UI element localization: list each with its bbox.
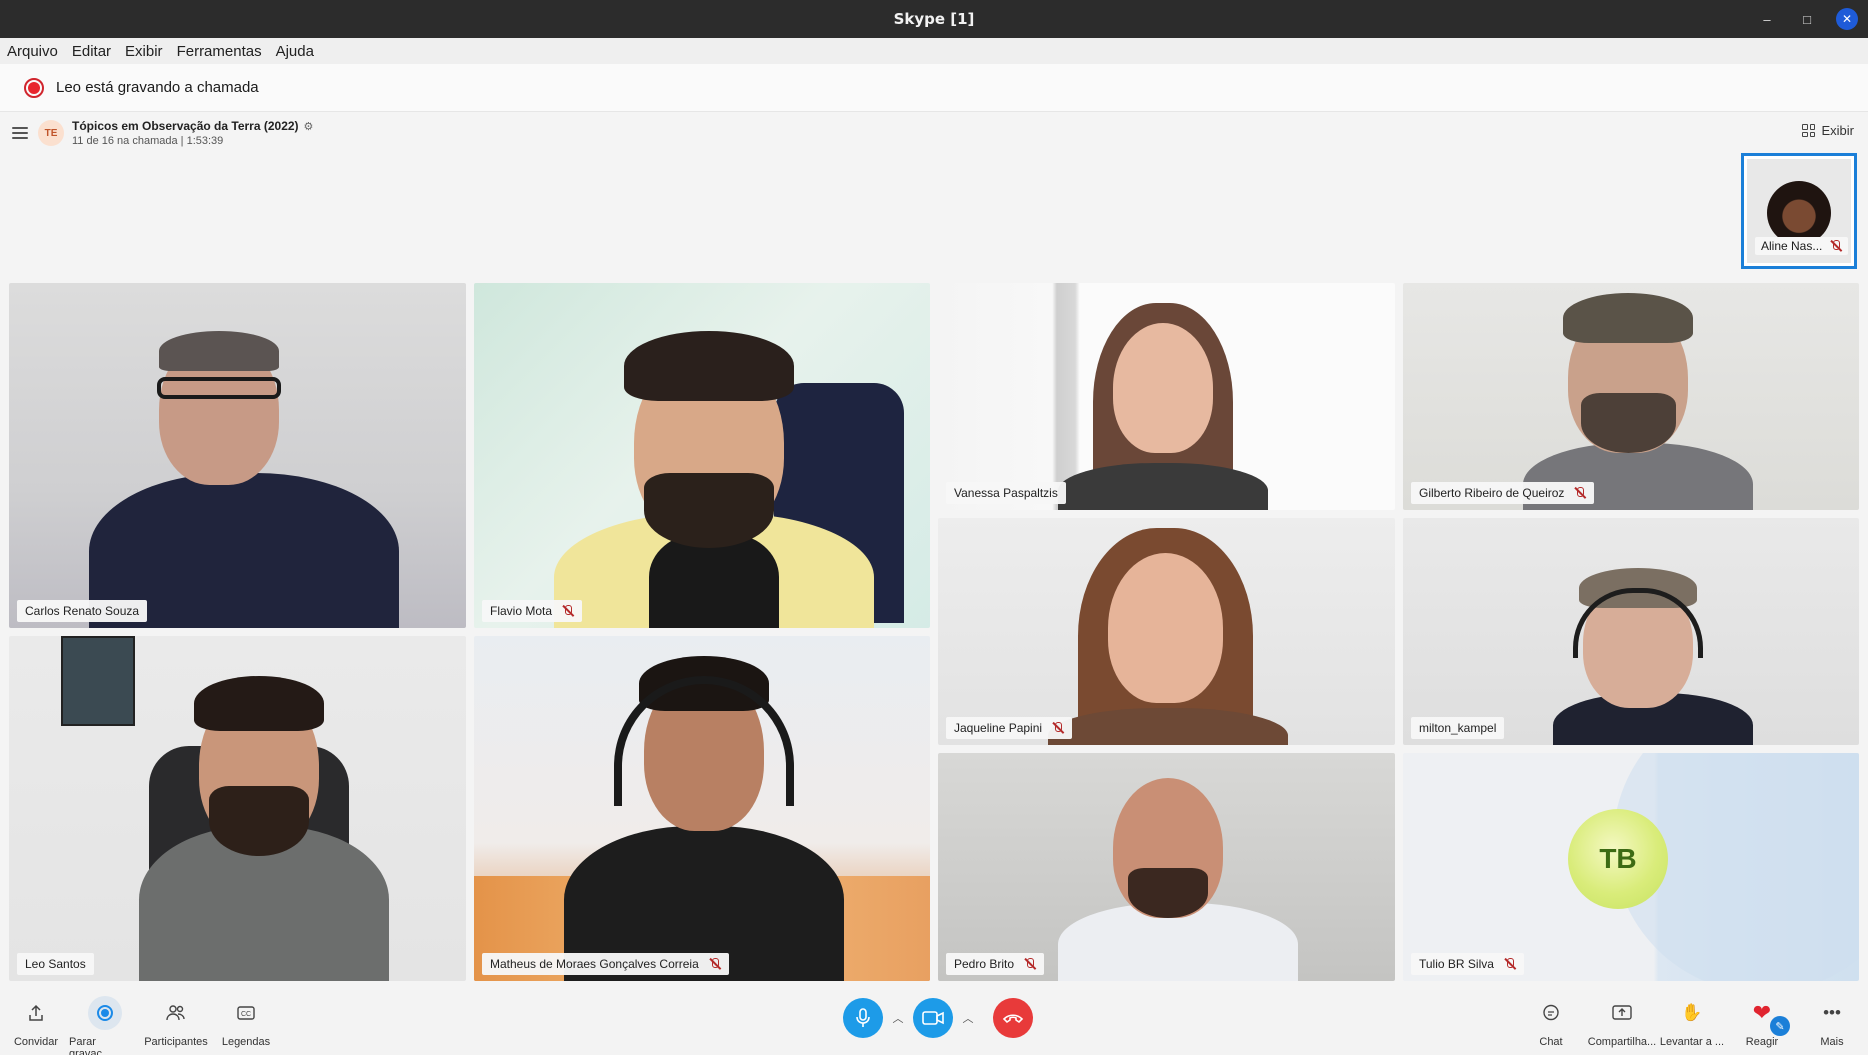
captions-icon: CC bbox=[229, 996, 263, 1030]
self-video bbox=[1767, 181, 1831, 245]
video-tile-vanessa[interactable]: Vanessa Paspaltzis bbox=[938, 283, 1395, 510]
microphone-muted-icon bbox=[1574, 487, 1586, 499]
camera-icon bbox=[922, 1011, 944, 1025]
camera-button[interactable] bbox=[913, 998, 953, 1038]
participant-name-tag: Carlos Renato Souza bbox=[17, 600, 148, 622]
maximize-button[interactable]: □ bbox=[1796, 8, 1818, 30]
conversation-avatar[interactable]: TE bbox=[38, 120, 64, 146]
microphone-options-chevron-icon[interactable]: ︿ bbox=[889, 1010, 907, 1026]
more-button[interactable]: ••• Mais bbox=[1796, 996, 1868, 1048]
video-tile-jaqueline[interactable]: Jaqueline Papini bbox=[938, 518, 1395, 745]
participant-avatar: TB bbox=[1568, 809, 1668, 909]
self-preview[interactable]: Aline Nas... bbox=[1741, 153, 1857, 269]
chat-button[interactable]: Chat bbox=[1515, 996, 1587, 1048]
invite-button[interactable]: Convidar bbox=[0, 996, 72, 1048]
skype-window: Skype [1] – □ ✕ Arquivo Editar Exibir Fe… bbox=[0, 0, 1868, 1055]
settings-icon[interactable]: ⚙ bbox=[304, 120, 314, 133]
chat-icon bbox=[1534, 996, 1568, 1030]
microphone-muted-icon bbox=[1024, 958, 1036, 970]
participant-name-tag: milton_kampel bbox=[1411, 717, 1505, 739]
self-name: Aline Nas... bbox=[1761, 239, 1823, 253]
view-button[interactable]: Exibir bbox=[1802, 123, 1854, 138]
minimize-button[interactable]: – bbox=[1756, 8, 1778, 30]
participant-name-tag: Gilberto Ribeiro de Queiroz bbox=[1411, 482, 1595, 504]
self-name-tag: Aline Nas... bbox=[1755, 237, 1849, 255]
close-button[interactable]: ✕ bbox=[1836, 8, 1858, 30]
raise-hand-button[interactable]: ✋ Levantar a ... bbox=[1656, 996, 1728, 1048]
recording-icon bbox=[24, 77, 44, 98]
video-tile-gilberto[interactable]: Gilberto Ribeiro de Queiroz bbox=[1403, 283, 1859, 510]
share-screen-button[interactable]: Compartilha... bbox=[1586, 996, 1658, 1048]
conversation-title: Tópicos em Observação da Terra (2022) bbox=[72, 119, 299, 133]
recording-text: Leo está gravando a chamada bbox=[56, 79, 259, 96]
participant-name-tag: Flavio Mota bbox=[482, 600, 583, 622]
microphone-button[interactable] bbox=[843, 998, 883, 1038]
menu-ferramentas[interactable]: Ferramentas bbox=[177, 43, 262, 60]
captions-button[interactable]: CC Legendas bbox=[210, 996, 282, 1048]
menu-bar: Arquivo Editar Exibir Ferramentas Ajuda bbox=[0, 38, 1868, 64]
window-title: Skype [1] bbox=[893, 10, 975, 28]
people-icon bbox=[159, 996, 193, 1030]
video-tile-carlos[interactable]: Carlos Renato Souza bbox=[9, 283, 466, 628]
participant-name-tag: Matheus de Moraes Gonçalves Correia bbox=[482, 953, 729, 975]
camera-options-chevron-icon[interactable]: ︿ bbox=[959, 1010, 977, 1026]
more-options-icon: ••• bbox=[1823, 1003, 1841, 1022]
call-controls: ︿ ︿ bbox=[843, 998, 1033, 1038]
grid-icon bbox=[1802, 124, 1816, 137]
menu-icon[interactable] bbox=[12, 127, 28, 139]
svg-text:CC: CC bbox=[241, 1011, 251, 1018]
window-controls: – □ ✕ bbox=[1756, 8, 1858, 30]
hang-up-icon bbox=[1002, 1014, 1024, 1024]
microphone-muted-icon bbox=[562, 605, 574, 617]
edit-reaction-icon[interactable]: ✎ bbox=[1770, 1016, 1790, 1036]
participant-name-tag: Jaqueline Papini bbox=[946, 717, 1073, 739]
menu-editar[interactable]: Editar bbox=[72, 43, 111, 60]
microphone-muted-icon bbox=[1052, 722, 1064, 734]
video-tile-matheus[interactable]: Matheus de Moraes Gonçalves Correia bbox=[474, 636, 930, 981]
raise-hand-icon: ✋ bbox=[1681, 1003, 1703, 1022]
video-tile-pedro[interactable]: Pedro Brito bbox=[938, 753, 1395, 981]
microphone-muted-icon bbox=[1504, 958, 1516, 970]
participant-name-tag: Tulio BR Silva bbox=[1411, 953, 1524, 975]
call-toolbar: Convidar Parar gravaç... Participantes C… bbox=[0, 990, 1868, 1055]
menu-arquivo[interactable]: Arquivo bbox=[7, 43, 58, 60]
view-label: Exibir bbox=[1821, 123, 1854, 138]
video-tile-tulio[interactable]: TB Tulio BR Silva bbox=[1403, 753, 1859, 981]
share-screen-icon bbox=[1605, 996, 1639, 1030]
call-status: 11 de 16 na chamada | 1:53:39 bbox=[72, 135, 224, 147]
video-tile-leo[interactable]: Leo Santos bbox=[9, 636, 466, 981]
record-icon bbox=[88, 996, 122, 1030]
stop-recording-button[interactable]: Parar gravaç... bbox=[69, 996, 141, 1055]
title-bar: Skype [1] – □ ✕ bbox=[0, 0, 1868, 38]
conversation-header: TE Tópicos em Observação da Terra (2022)… bbox=[0, 113, 1868, 153]
share-upload-icon bbox=[19, 996, 53, 1030]
menu-exibir[interactable]: Exibir bbox=[125, 43, 163, 60]
microphone-icon bbox=[856, 1008, 870, 1027]
menu-ajuda[interactable]: Ajuda bbox=[276, 43, 314, 60]
microphone-muted-icon bbox=[709, 958, 721, 970]
participant-name-tag: Vanessa Paspaltzis bbox=[946, 482, 1066, 504]
video-tile-flavio[interactable]: Flavio Mota bbox=[474, 283, 930, 628]
participants-button[interactable]: Participantes bbox=[140, 996, 212, 1048]
participant-name-tag: Pedro Brito bbox=[946, 953, 1045, 975]
participant-name-tag: Leo Santos bbox=[17, 953, 94, 975]
microphone-muted-icon bbox=[1830, 240, 1842, 252]
video-tile-milton[interactable]: milton_kampel bbox=[1403, 518, 1859, 745]
react-button[interactable]: ❤ ✎ Reagir bbox=[1726, 996, 1798, 1048]
conversation-title-row[interactable]: Tópicos em Observação da Terra (2022) ⚙ bbox=[72, 119, 313, 133]
recording-banner: Leo está gravando a chamada bbox=[0, 64, 1868, 112]
end-call-button[interactable] bbox=[993, 998, 1033, 1038]
